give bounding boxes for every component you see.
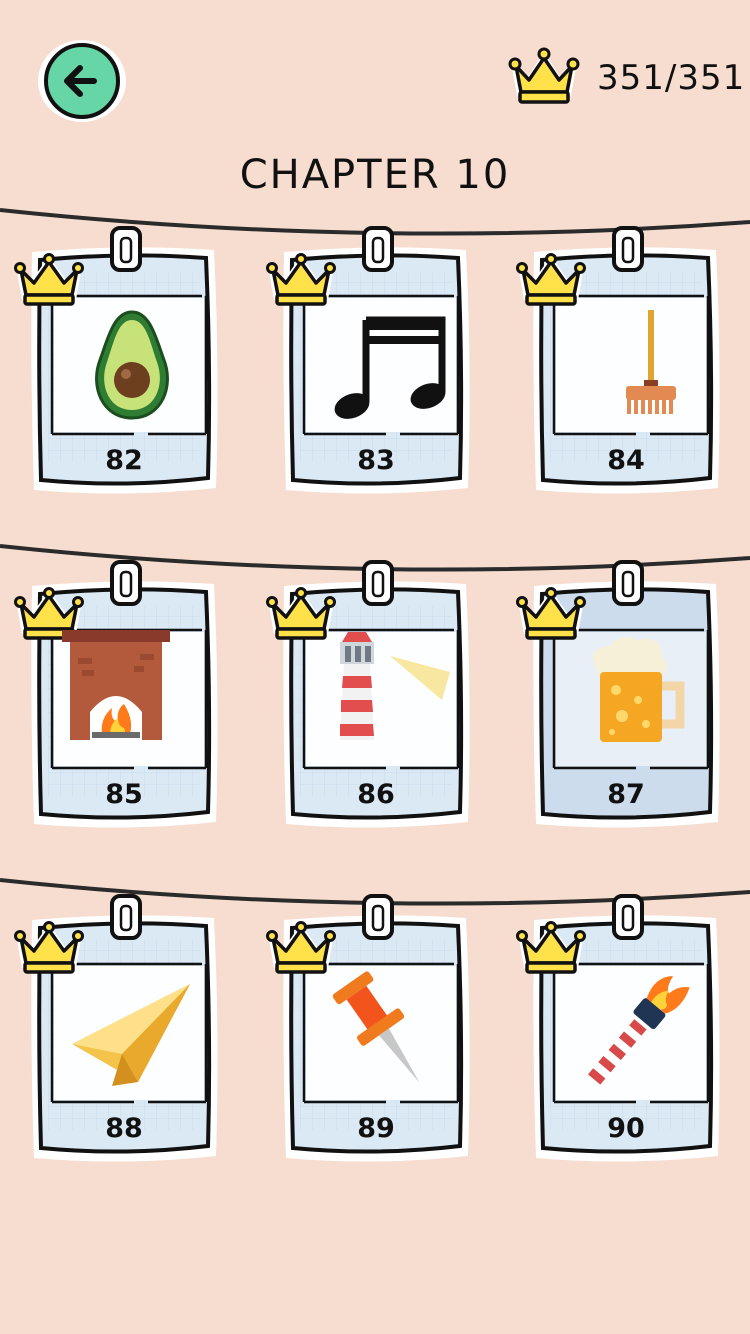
level-select-screen: 351/351 CHAPTER 10 82 83 84 85 86 87 88 … [0,0,750,1334]
rake-icon [626,310,676,414]
level-card-88[interactable]: 88 [14,890,224,1170]
torch-icon [586,976,690,1087]
level-number: 85 [105,779,143,810]
level-number: 84 [607,445,645,476]
crown-counter: 351/351 [505,44,745,114]
level-number: 88 [105,1113,143,1144]
level-number: 86 [357,779,395,810]
beer-mug-icon [593,637,685,742]
level-card-90[interactable]: 90 [516,890,726,1170]
lighthouse-icon [340,632,450,740]
level-card-87[interactable]: 87 [516,556,726,836]
crown-count: 351/351 [597,58,746,98]
paper-plane-icon [72,984,190,1086]
level-card-86[interactable]: 86 [266,556,476,836]
level-card-89[interactable]: 89 [266,890,476,1170]
back-arrow-icon [38,40,126,122]
pushpin-icon [332,971,420,1083]
level-card-85[interactable]: 85 [14,556,224,836]
fireplace-icon [62,630,170,740]
level-number: 89 [357,1113,395,1144]
avocado-icon [95,310,169,420]
level-card-83[interactable]: 83 [266,222,476,502]
level-number: 90 [607,1113,645,1144]
level-number: 83 [357,445,395,476]
level-number: 82 [105,445,143,476]
level-card-84[interactable]: 84 [516,222,726,502]
chapter-title: CHAPTER 10 [239,152,511,198]
level-card-82[interactable]: 82 [14,222,224,502]
back-button[interactable] [36,38,128,124]
music-note-icon [334,316,446,419]
crown-icon [508,47,580,104]
level-number: 87 [607,779,645,810]
